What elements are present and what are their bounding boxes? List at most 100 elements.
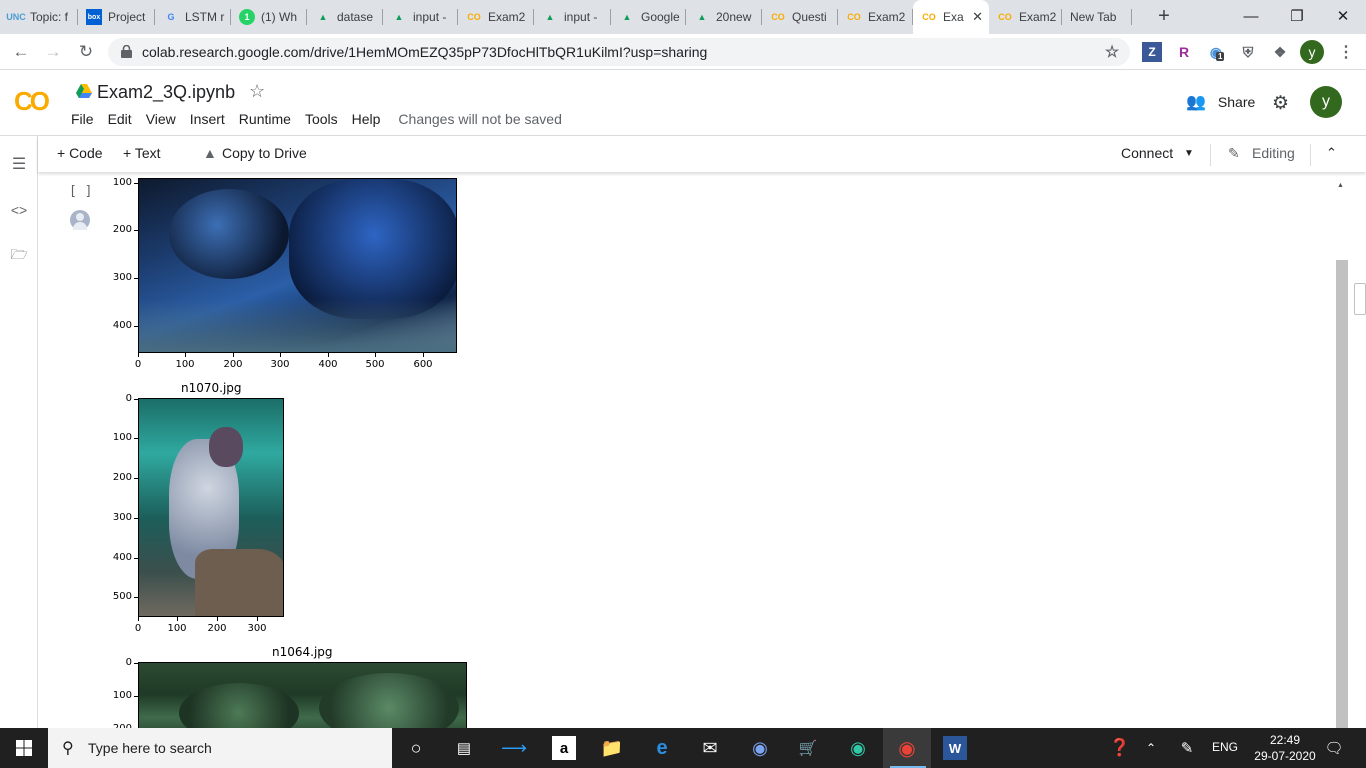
- gear-icon[interactable]: ⚙: [1272, 92, 1289, 115]
- share-button[interactable]: 👥 Share: [1186, 92, 1255, 112]
- translate-icon[interactable]: ◉1: [1206, 42, 1226, 62]
- add-code-button[interactable]: + Code: [57, 145, 103, 161]
- browser-tab[interactable]: New Tab: [1062, 0, 1132, 34]
- connect-button[interactable]: Connect: [1121, 145, 1173, 161]
- cell-run-bracket[interactable]: [ ]: [69, 184, 92, 199]
- browser-tab[interactable]: G LSTM r: [155, 0, 231, 34]
- shield-icon[interactable]: ⛨: [1238, 42, 1258, 62]
- minimize-icon[interactable]: —: [1228, 0, 1274, 32]
- y-tick: [134, 478, 138, 479]
- profile-avatar[interactable]: y: [1300, 40, 1324, 64]
- word-icon[interactable]: W: [943, 736, 967, 760]
- browser-tab[interactable]: CO Exa ✕: [913, 0, 989, 34]
- back-icon[interactable]: ←: [9, 40, 33, 64]
- add-text-button[interactable]: + Text: [123, 145, 161, 161]
- code-snippets-icon[interactable]: <>: [9, 200, 29, 220]
- help-icon[interactable]: ❓: [1108, 736, 1132, 760]
- browser-tab[interactable]: ▲ datase: [307, 0, 383, 34]
- edge-icon[interactable]: ◉: [846, 736, 870, 760]
- y-tick: [134, 326, 138, 327]
- file-explorer-icon[interactable]: 📁: [600, 736, 624, 760]
- output-image-3: [138, 662, 467, 728]
- colab-logo[interactable]: CO: [14, 86, 50, 117]
- clock[interactable]: 22:49 29-07-2020: [1250, 732, 1320, 764]
- store-icon[interactable]: 🛒: [796, 736, 820, 760]
- folder-icon[interactable]: 🗁: [9, 246, 29, 266]
- cell-scroll-thumb[interactable]: [1336, 260, 1348, 728]
- language-indicator[interactable]: ENG: [1212, 740, 1238, 754]
- x-tick-label: 600: [413, 359, 433, 370]
- taskbar-search-input[interactable]: ⚲ Type here to search: [48, 728, 392, 768]
- x-tick: [217, 617, 218, 621]
- vscode-icon[interactable]: ⟶: [501, 736, 527, 760]
- collapse-header-icon[interactable]: ⌃: [1326, 145, 1337, 161]
- drive-icon: ▲: [697, 12, 707, 22]
- colab-icon: CO: [922, 12, 936, 22]
- r-icon[interactable]: R: [1174, 42, 1194, 62]
- forward-icon[interactable]: →: [41, 40, 65, 64]
- y-tick: [134, 696, 138, 697]
- people-icon: 👥: [1186, 94, 1206, 111]
- browser-tab[interactable]: CO Exam2: [838, 0, 913, 34]
- colab-icon: CO: [998, 12, 1012, 22]
- chevron-down-icon[interactable]: ▼: [1184, 148, 1194, 159]
- amazon-icon[interactable]: a: [552, 736, 576, 760]
- star-icon[interactable]: ☆: [249, 81, 265, 102]
- task-view-icon[interactable]: ▤: [452, 736, 476, 760]
- restore-icon[interactable]: ❐: [1274, 0, 1320, 32]
- tab-title: New Tab: [1070, 10, 1117, 24]
- browser-tab[interactable]: CO Exam2: [989, 0, 1062, 34]
- mail-icon[interactable]: ✉: [698, 736, 722, 760]
- copy-to-drive-button[interactable]: Copy to Drive: [222, 145, 307, 161]
- menu-item-help[interactable]: Help: [352, 111, 381, 127]
- browser-tab[interactable]: 1 (1) Wh: [231, 0, 307, 34]
- browser-tab[interactable]: CO Questi: [762, 0, 838, 34]
- menu-item-insert[interactable]: Insert: [190, 111, 225, 127]
- menu-item-runtime[interactable]: Runtime: [239, 111, 291, 127]
- reload-icon[interactable]: ↻: [74, 40, 98, 64]
- close-window-icon[interactable]: ✕: [1320, 0, 1366, 32]
- table-of-contents-icon[interactable]: ☰: [9, 154, 29, 174]
- edge-legacy-icon[interactable]: e: [650, 736, 674, 760]
- x-tick: [280, 353, 281, 357]
- tray-chevron-icon[interactable]: ⌃: [1139, 736, 1163, 760]
- windows-start-icon[interactable]: [12, 736, 36, 760]
- star-bookmark-icon[interactable]: ☆: [1102, 42, 1122, 62]
- browser-tab[interactable]: ▲ Google: [611, 0, 686, 34]
- zotero-icon[interactable]: Z: [1142, 42, 1162, 62]
- browser-tab[interactable]: ▲ 20new: [686, 0, 762, 34]
- menu-item-edit[interactable]: Edit: [108, 111, 132, 127]
- puzzle-icon[interactable]: ❖: [1270, 42, 1290, 62]
- y-tick-label: 300: [112, 512, 132, 523]
- editing-button[interactable]: Editing: [1252, 145, 1295, 161]
- x-tick: [138, 353, 139, 357]
- browser-tab[interactable]: CO Exam2: [458, 0, 534, 34]
- extension-badge: 1: [1216, 52, 1225, 61]
- chrome-menu-icon[interactable]: ⋮: [1336, 42, 1356, 62]
- whatsapp-icon: 1: [239, 9, 255, 25]
- close-tab-icon[interactable]: ✕: [968, 9, 983, 25]
- x-tick: [185, 353, 186, 357]
- browser-tab[interactable]: ▲ input -: [534, 0, 611, 34]
- user-avatar[interactable]: y: [1310, 86, 1342, 118]
- menu-item-tools[interactable]: Tools: [305, 111, 338, 127]
- browser-tab[interactable]: ▲ input -: [383, 0, 458, 34]
- tab-title: Questi: [792, 10, 827, 24]
- notebook-title[interactable]: Exam2_3Q.ipynb: [97, 82, 235, 103]
- page-scroll-thumb[interactable]: [1354, 283, 1366, 315]
- menu-item-view[interactable]: View: [146, 111, 176, 127]
- browser-tab[interactable]: UNC Topic: f: [0, 0, 78, 34]
- x-tick: [233, 353, 234, 357]
- notification-icon[interactable]: 🗨: [1322, 736, 1346, 760]
- cortana-icon[interactable]: ○: [404, 736, 428, 760]
- tab-title: Google: [641, 10, 680, 24]
- pen-icon[interactable]: ✎: [1175, 736, 1199, 760]
- box-icon: box: [86, 9, 102, 25]
- chrome-icon[interactable]: ◉: [895, 736, 919, 760]
- chromium-icon[interactable]: ◉: [748, 736, 772, 760]
- menu-item-file[interactable]: File: [71, 111, 94, 127]
- x-tick-label: 200: [223, 359, 243, 370]
- new-tab-button[interactable]: +: [1152, 6, 1176, 28]
- browser-tab[interactable]: box Project: [78, 0, 155, 34]
- url-field[interactable]: colab.research.google.com/drive/1HemMOmE…: [108, 38, 1130, 66]
